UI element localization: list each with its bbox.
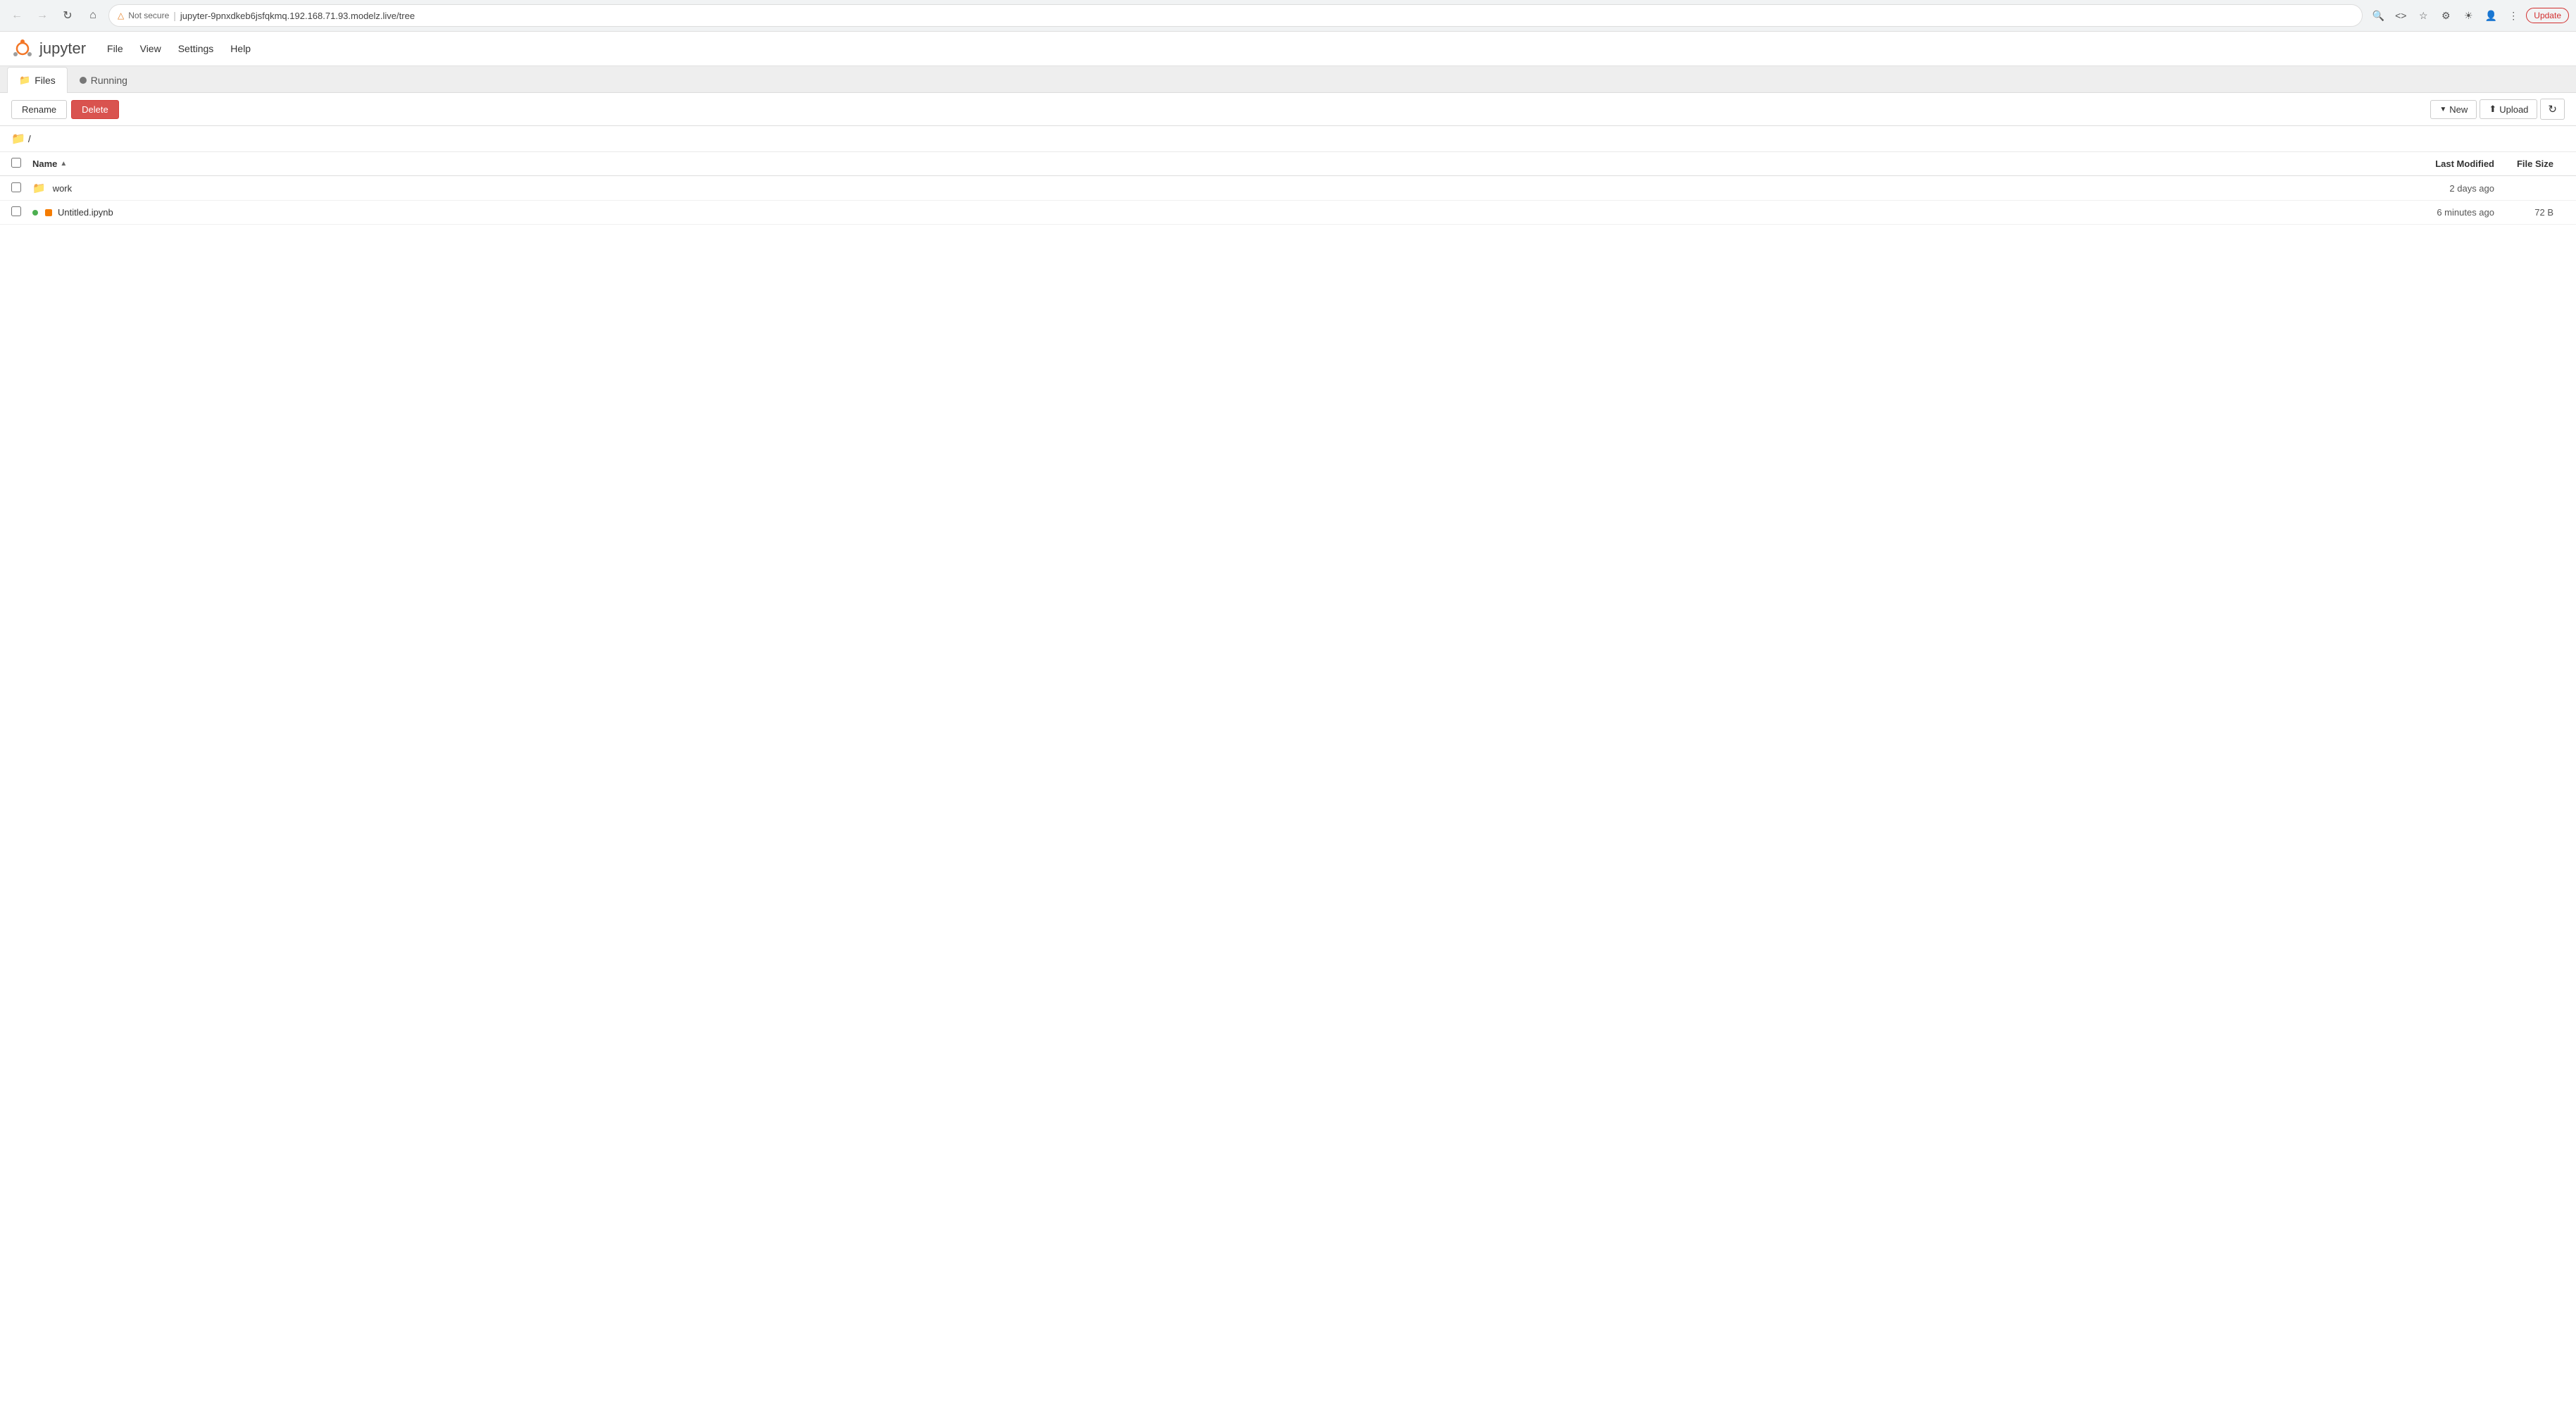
new-button-label: New [2449,104,2468,115]
reload-button[interactable]: ↻ [58,6,77,25]
toolbar-left: Rename Delete [11,100,119,119]
folder-icon: 📁 [19,75,30,86]
header-modified[interactable]: Last Modified [2353,158,2494,169]
file-toolbar: Rename Delete ▼ New ⬆ Upload ↻ [0,93,2576,126]
sort-arrow-icon: ▲ [60,160,67,168]
tab-files-label: Files [35,75,56,86]
profile-button[interactable]: 👤 [2481,6,2501,25]
menu-help[interactable]: Help [223,40,258,57]
menu-file[interactable]: File [100,40,130,57]
refresh-button[interactable]: ↻ [2540,99,2565,120]
breadcrumb: 📁 / [0,126,2576,152]
bookmark-button[interactable]: ☆ [2413,6,2433,25]
row-checkbox-notebook[interactable] [11,206,21,216]
menu-view[interactable]: View [133,40,168,57]
chevron-down-icon: ▼ [2439,106,2446,113]
zoom-button[interactable]: 🔍 [2368,6,2388,25]
jupyter-logo: jupyter [11,37,86,60]
row-check-work [11,182,32,194]
browser-chrome: ← → ↻ ⌂ △ Not secure | jupyter-9pnxdkeb6… [0,0,2576,32]
extensions-button[interactable]: ☀ [2458,6,2478,25]
notebook-type-icon [45,209,52,216]
notebook-modified: 6 minutes ago [2353,207,2494,218]
breadcrumb-folder-icon: 📁 [11,132,25,146]
tab-running-label: Running [91,75,127,86]
work-modified: 2 days ago [2353,183,2494,194]
browser-actions: 🔍 <> ☆ ⚙ ☀ 👤 ⋮ Update [2368,6,2569,25]
folder-icon-work: 📁 [32,182,46,194]
home-button[interactable]: ⌂ [83,6,103,25]
row-check-notebook [11,206,32,218]
tabs-bar: 📁 Files Running [0,66,2576,93]
security-label: Not secure [128,11,169,20]
row-name-work: 📁 work [32,182,2353,194]
notebook-running-indicator [32,210,38,216]
address-bar: △ Not secure | jupyter-9pnxdkeb6jsfqkmq.… [108,4,2363,27]
header-name-label: Name [32,158,57,169]
forward-button[interactable]: → [32,6,52,25]
settings-button[interactable]: ⚙ [2436,6,2456,25]
upload-button[interactable]: ⬆ Upload [2480,99,2537,119]
header-check [11,158,32,170]
tab-running[interactable]: Running [68,67,139,93]
update-button[interactable]: Update [2526,8,2569,23]
upload-icon: ⬆ [2489,104,2496,115]
table-row[interactable]: 📁 work 2 days ago [0,176,2576,201]
security-icon: △ [118,11,124,20]
header-size: File Size [2494,158,2565,169]
new-button[interactable]: ▼ New [2430,100,2477,119]
menu-settings[interactable]: Settings [171,40,221,57]
work-folder-link[interactable]: work [53,183,72,194]
header-size-label: File Size [2517,158,2553,169]
table-row[interactable]: Untitled.ipynb 6 minutes ago 72 B [0,201,2576,225]
row-name-notebook: Untitled.ipynb [32,207,2353,218]
url-text: jupyter-9pnxdkeb6jsfqkmq.192.168.71.93.m… [180,11,2353,21]
header-modified-label: Last Modified [2435,158,2494,169]
jupyter-header: jupyter File View Settings Help [0,32,2576,66]
file-list: Name ▲ Last Modified File Size 📁 work 2 … [0,152,2576,225]
running-dot-icon [80,77,87,84]
breadcrumb-path: / [28,133,31,144]
header-name[interactable]: Name ▲ [32,158,2353,169]
back-button[interactable]: ← [7,6,27,25]
jupyter-logo-icon [11,37,34,60]
jupyter-logo-text: jupyter [39,39,86,58]
menu-dots-button[interactable]: ⋮ [2503,6,2523,25]
tab-files[interactable]: 📁 Files [7,67,68,93]
rename-button[interactable]: Rename [11,100,67,119]
toolbar-right: ▼ New ⬆ Upload ↻ [2430,99,2565,120]
jupyter-app: jupyter File View Settings Help 📁 Files … [0,32,2576,1427]
share-button[interactable]: <> [2391,6,2411,25]
delete-button[interactable]: Delete [71,100,119,119]
file-list-header: Name ▲ Last Modified File Size [0,152,2576,176]
select-all-checkbox[interactable] [11,158,21,168]
notebook-size: 72 B [2494,207,2565,218]
notebook-link[interactable]: Untitled.ipynb [58,207,113,218]
browser-toolbar: ← → ↻ ⌂ △ Not secure | jupyter-9pnxdkeb6… [0,0,2576,31]
row-checkbox-work[interactable] [11,182,21,192]
upload-button-label: Upload [2499,104,2528,115]
jupyter-menu: File View Settings Help [100,40,258,57]
